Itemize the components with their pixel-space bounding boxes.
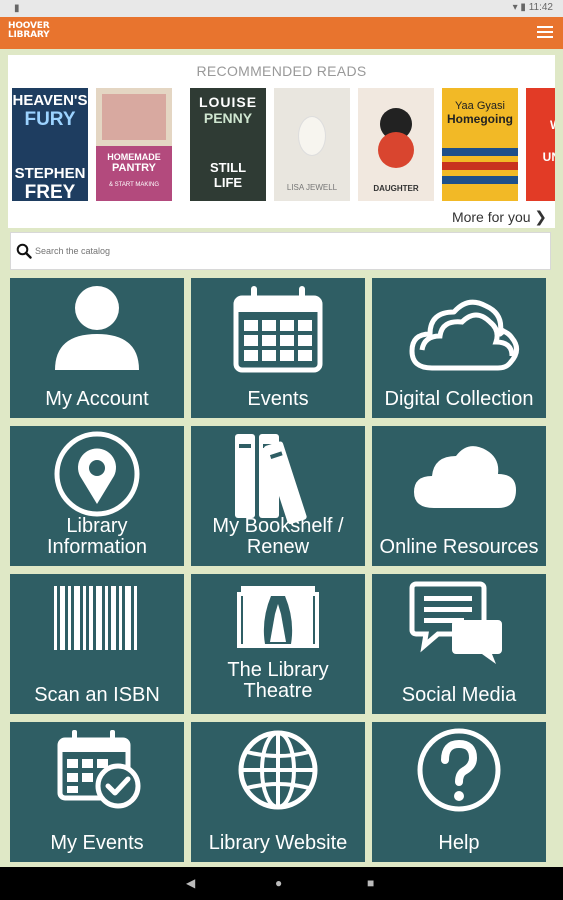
recommended-reads-title: RECOMMENDED READS [196,63,367,79]
search-input[interactable] [35,239,535,263]
tile-help[interactable]: Help [372,722,546,862]
cloud-outline-icon [372,278,546,378]
person-icon [10,278,184,378]
tile-my-account[interactable]: My Account [10,278,184,418]
search-icon [16,243,32,259]
tile-digital-collection[interactable]: Digital Collection [372,278,546,418]
lock-icon: ▮ [14,3,20,14]
status-clock: ▾ ▮ 11:42 [512,2,553,13]
tile-social-media[interactable]: Social Media [372,574,546,714]
tile-scan-isbn[interactable]: Scan an ISBN [10,574,184,714]
library-logo[interactable]: HOOVER LIBRARY [8,22,66,44]
book-cover[interactable]: LOUISE PENNY STILL LIFE [190,88,266,201]
books-icon [191,426,365,526]
globe-icon [191,722,365,822]
barcode-icon [10,574,184,674]
tile-library-website[interactable]: Library Website [191,722,365,862]
book-cover[interactable]: Yaa Gyasi Homegoing [442,88,518,201]
map-pin-icon [10,426,184,526]
book-cover[interactable]: DAUGHTER [358,88,434,201]
tile-library-information[interactable]: Library Information [10,426,184,566]
book-cover[interactable]: HEAVEN'S FURY STEPHEN FREY [12,88,88,201]
hamburger-menu-icon[interactable] [537,26,553,40]
tile-my-events[interactable]: My Events [10,722,184,862]
book-carousel[interactable]: HEAVEN'S FURY STEPHEN FREY HOMEMADE PANT… [12,88,555,202]
home-icon[interactable]: ● [275,876,282,890]
status-bar: ▮ ▾ ▮ 11:42 [0,0,563,17]
tile-library-theatre[interactable]: The Library Theatre [191,574,365,714]
back-icon[interactable]: ◀ [186,876,195,890]
book-cover[interactable]: HOMEMADE PANTRY & START MAKING [96,88,172,201]
tile-my-bookshelf[interactable]: My Bookshelf / Renew [191,426,365,566]
calendar-icon [191,278,365,378]
recommended-reads-panel: RECOMMENDED READS HEAVEN'S FURY STEPHEN … [8,55,555,228]
chat-bubbles-icon [372,574,546,674]
question-icon [372,722,546,822]
tile-online-resources[interactable]: Online Resources [372,426,546,566]
cloud-icon [372,426,546,526]
catalog-search-bar[interactable] [10,232,551,270]
book-cover[interactable]: WHY UNDER [526,88,555,201]
more-for-you-link[interactable]: More for you ❯ [452,208,547,226]
calendar-check-icon [10,722,184,822]
recents-icon[interactable]: ■ [367,876,374,890]
system-navigation-bar: ◀ ● ■ [0,867,563,900]
book-cover[interactable]: LISA JEWELL [274,88,350,201]
chevron-right-icon: ❯ [534,209,547,226]
app-header: HOOVER LIBRARY [0,17,563,49]
tile-events[interactable]: Events [191,278,365,418]
